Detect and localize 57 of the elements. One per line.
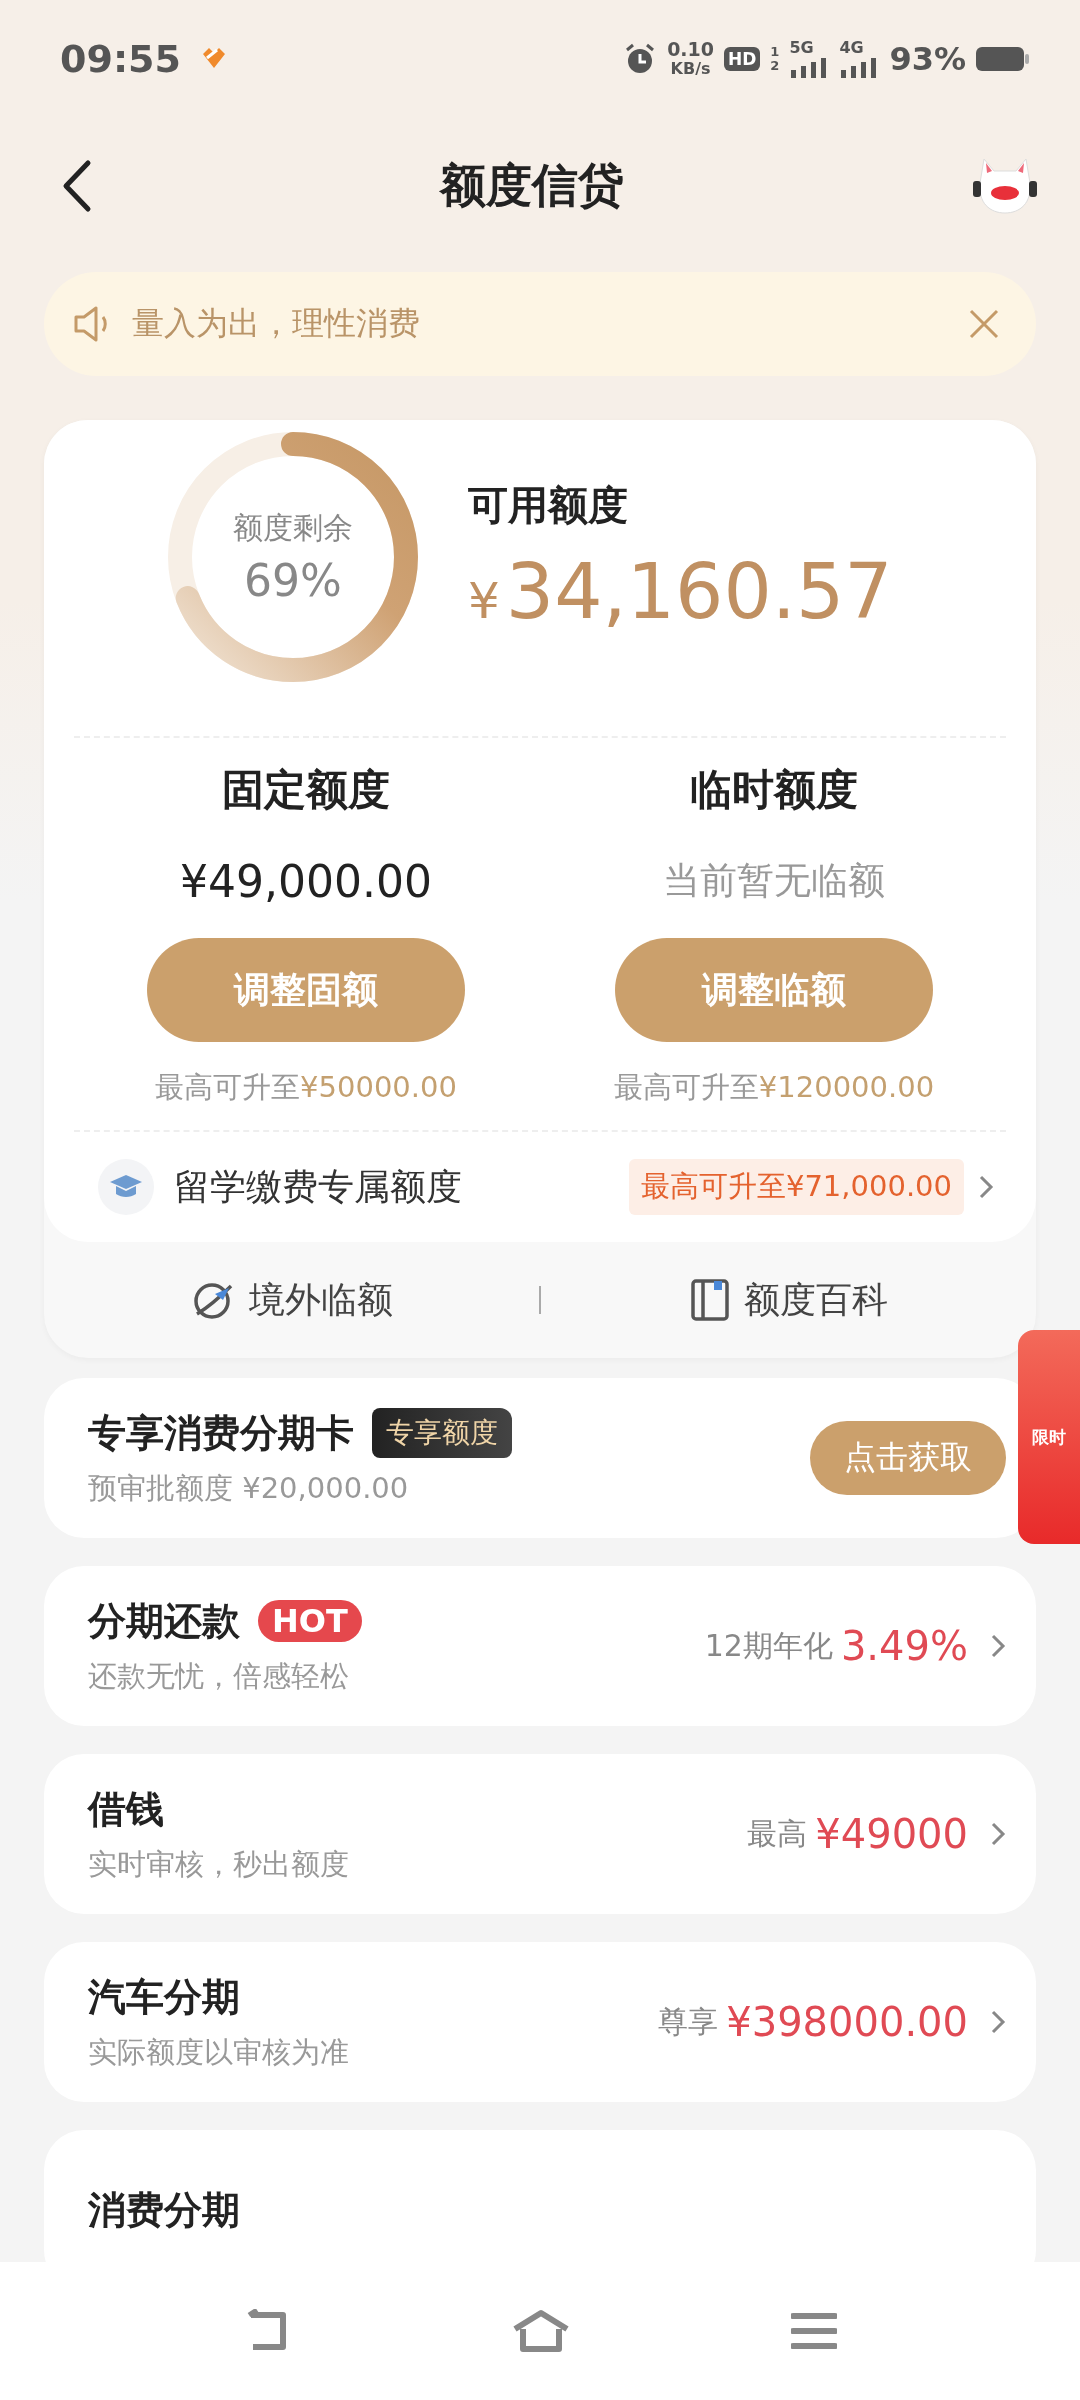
close-icon[interactable] xyxy=(968,308,1000,340)
hot-badge: HOT xyxy=(258,1600,362,1642)
network-speed-unit: KB/s xyxy=(670,59,711,79)
network-type: 5G xyxy=(789,40,815,56)
product-card[interactable]: 汽车分期 实际额度以审核为准 尊享 ¥398000.00 xyxy=(44,1942,1036,2102)
product-value: ¥49000 xyxy=(815,1811,968,1857)
battery-icon xyxy=(976,45,1030,73)
limit-title: 固定额度 xyxy=(222,764,390,816)
product-subtitle: 还款无忧，倍感轻松 xyxy=(88,1657,350,1695)
hd-badge: HD xyxy=(724,47,761,71)
product-value-prefix: 最高 xyxy=(747,1814,808,1853)
currency-sign: ¥ xyxy=(468,572,500,630)
offer-title: 专享消费分期卡 xyxy=(88,1409,354,1457)
product-title: 借钱 xyxy=(88,1785,164,1833)
product-subtitle: 实际额度以审核为准 xyxy=(88,2033,349,2071)
limit-hint: 最高可升至¥50000.00 xyxy=(155,1069,457,1106)
book-icon xyxy=(689,1278,730,1322)
page-title: 额度信贷 xyxy=(440,157,624,214)
menu-icon[interactable] xyxy=(791,2312,837,2350)
chevron-right-icon xyxy=(990,1633,1006,1659)
study-limit-label[interactable]: 留学缴费专属额度 xyxy=(174,1162,462,1212)
overseas-limit-link[interactable]: 境外临额 xyxy=(44,1275,539,1325)
chevron-right-icon xyxy=(990,2009,1006,2035)
home-icon[interactable] xyxy=(511,2309,571,2353)
product-title: 分期还款 xyxy=(88,1597,240,1645)
offer-subtitle: 预审批额度 ¥20,000.00 xyxy=(88,1469,410,1507)
network-type: 4G xyxy=(839,40,865,56)
battery-percent: 93% xyxy=(889,40,966,78)
hd-slot-number: 2 xyxy=(770,59,780,73)
offer-badge: 专享额度 xyxy=(372,1408,512,1458)
product-value: 3.49% xyxy=(840,1623,968,1669)
notice-text: 量入为出，理性消费 xyxy=(132,303,421,344)
limit-title: 临时额度 xyxy=(690,764,858,816)
product-value-prefix: 12期年化 xyxy=(704,1626,833,1665)
status-time: 09:55 xyxy=(60,37,181,81)
product-card[interactable]: 借钱 实时审核，秒出额度 最高 ¥49000 xyxy=(44,1754,1036,1914)
limit-value: 当前暂无临额 xyxy=(663,858,885,904)
available-amount: 34,160.57 xyxy=(505,547,893,636)
limit-value: ¥49,000.00 xyxy=(180,856,432,908)
chevron-right-icon[interactable] xyxy=(978,1174,994,1200)
ring-percent: 69% xyxy=(244,555,342,606)
study-limit-tag: 最高可升至¥71,000.00 xyxy=(628,1159,964,1215)
hd-slot-number: 1 xyxy=(770,45,780,59)
product-card[interactable]: 分期还款 HOT 还款无忧，倍感轻松 12期年化 3.49% xyxy=(44,1566,1036,1726)
ring-label: 额度剩余 xyxy=(233,509,353,547)
available-label: 可用额度 xyxy=(468,481,629,530)
network-speed: 0.10 xyxy=(667,39,714,59)
product-title: 消费分期 xyxy=(88,2186,240,2234)
product-title: 汽车分期 xyxy=(88,1973,240,2021)
limit-hint: 最高可升至¥120000.00 xyxy=(613,1069,935,1106)
product-subtitle: 实时审核，秒出额度 xyxy=(88,1845,349,1883)
product-value: ¥398000.00 xyxy=(726,1999,968,2045)
promo-tab[interactable]: 限时 xyxy=(1018,1330,1080,1544)
limit-wiki-link[interactable]: 额度百科 xyxy=(541,1275,1036,1325)
product-value-prefix: 尊享 xyxy=(658,2002,719,2041)
chevron-right-icon xyxy=(990,1821,1006,1847)
product-card[interactable]: 消费分期 xyxy=(44,2130,1036,2262)
